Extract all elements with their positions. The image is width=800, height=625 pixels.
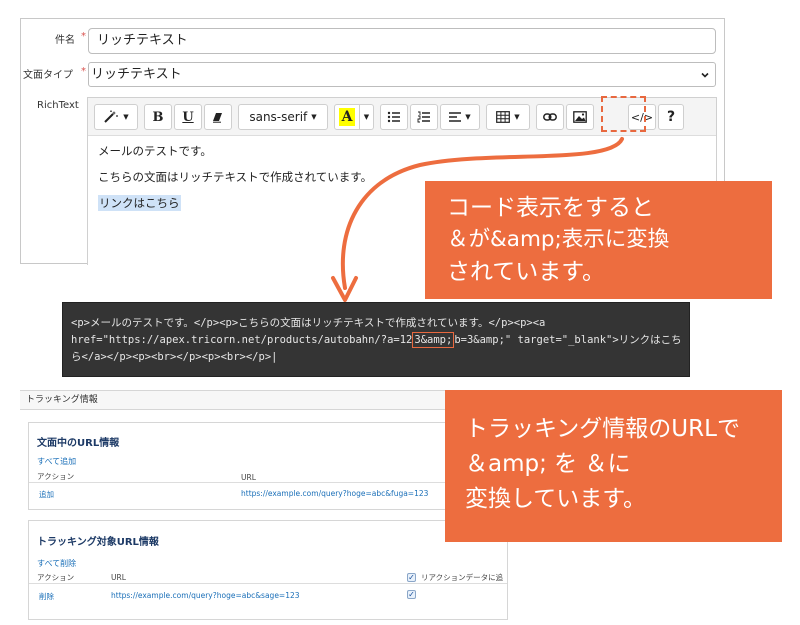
ordered-list-button[interactable] [410,104,438,130]
table-header-row: アクション URL [29,469,507,483]
code-line: href="https://apex.tricorn.net/products/… [71,332,682,349]
code-line: ら</a></p><p><br></p><p><br></p>| [71,351,278,363]
font-family-select[interactable]: sans-serif ▼ [238,104,328,130]
unordered-list-button[interactable] [380,104,408,130]
table-header-row: アクション URL ✓ リアクションデータに追 [29,570,507,584]
table-icon [496,111,511,123]
add-all-link[interactable]: すべて追加 [37,456,76,467]
tracking-target-url-title: トラッキング対象URL情報 [37,537,159,548]
delete-all-link[interactable]: すべて削除 [37,558,76,569]
subject-required-mark: * [81,31,86,42]
tracking-info-header: トラッキング情報 [20,390,510,410]
chevron-down-icon [701,72,709,78]
numbered-list-icon [417,111,430,123]
callout-code-view-note: コード表示をすると ＆が&amp;表示に変換 されています。 [425,181,772,299]
code-text: href="https://apex.tricorn.net/products/… [71,334,413,346]
document-url-title: 文面中のURL情報 [37,438,120,449]
font-color-button[interactable]: A [334,104,360,130]
callout-text: トラッキング情報のURLで [465,416,740,442]
callout-text: されています。 [447,259,606,285]
chevron-down-icon: ▼ [123,113,129,121]
insert-link-button[interactable] [536,104,564,130]
image-icon [573,111,587,123]
editor-paragraph: メールのテストです。 [98,144,212,158]
font-color-label: A [338,108,356,126]
help-button[interactable]: ? [658,104,684,130]
chevron-down-icon: ▼ [311,113,317,121]
style-button[interactable]: ▼ [94,104,138,130]
delete-row-link[interactable]: 削除 [39,591,54,602]
code-view-highlight-box [601,96,646,132]
code-line: <p>メールのテストです。</p><p>こちらの文面はリッチテキストで作成されて… [71,317,546,329]
row-url: https://example.com/query?hoge=abc&fuga=… [241,489,429,498]
callout-text: ＆amp; を ＆に [465,451,631,477]
table-button[interactable]: ▼ [486,104,530,130]
reaction-header-checkbox[interactable]: ✓ [407,573,416,582]
callout-text: コード表示をすると [447,195,654,221]
html-code-view[interactable]: <p>メールのテストです。</p><p>こちらの文面はリッチテキストで作成されて… [62,302,690,377]
document-url-card: 文面中のURL情報 すべて追加 アクション URL 追加 https://exa… [28,422,508,510]
doc-type-label: 文面タイプ [23,70,73,81]
clear-format-button[interactable] [204,104,232,130]
callout-tracking-url-note: トラッキング情報のURLで ＆amp; を ＆に 変換しています。 [445,390,782,542]
eraser-icon [213,113,222,123]
doc-type-selected-value: リッチテキスト [91,67,182,82]
bold-button[interactable]: B [144,104,172,130]
editor-link[interactable]: リンクはこちら [98,195,181,211]
tracking-info-panel: トラッキング情報 文面中のURL情報 すべて追加 アクション URL 追加 ht… [20,390,510,622]
code-highlight-amp: 3&amp; [412,332,455,348]
column-header-url: URL [111,573,126,582]
doc-type-select[interactable]: リッチテキスト [88,62,716,87]
chevron-down-icon: ▼ [514,113,520,121]
row-url: https://example.com/query?hoge=abc&sage=… [111,591,300,600]
font-family-label: sans-serif [249,110,308,124]
magic-wand-icon [104,110,119,123]
subject-input[interactable]: リッチテキスト [88,28,716,54]
richtext-label: RichText [37,100,79,111]
link-icon [543,113,557,121]
underline-button[interactable]: U [174,104,202,130]
column-header-reaction: リアクションデータに追 [421,573,504,582]
column-header-url: URL [241,473,256,482]
reaction-row-checkbox[interactable]: ✓ [407,590,416,599]
column-header-action: アクション [37,573,75,582]
bullet-list-icon [387,111,400,123]
font-color-dropdown[interactable]: ▼ [360,104,374,130]
chevron-down-icon: ▼ [465,113,471,121]
tracking-target-url-card: トラッキング対象URL情報 すべて削除 アクション URL ✓ リアクションデー… [28,520,508,620]
code-text: b=3&amp;" target="_blank">リンクはこち [454,334,682,346]
callout-text: ＆が&amp;表示に変換 [447,227,670,252]
add-row-link[interactable]: 追加 [39,489,54,500]
align-left-icon [449,112,462,122]
subject-label: 件名 [55,35,75,46]
callout-text: 変換しています。 [465,486,647,512]
chevron-down-icon: ▼ [363,113,370,121]
column-header-action: アクション [37,472,75,481]
doc-type-required-mark: * [81,66,86,77]
paragraph-align-button[interactable]: ▼ [440,104,480,130]
insert-image-button[interactable] [566,104,594,130]
